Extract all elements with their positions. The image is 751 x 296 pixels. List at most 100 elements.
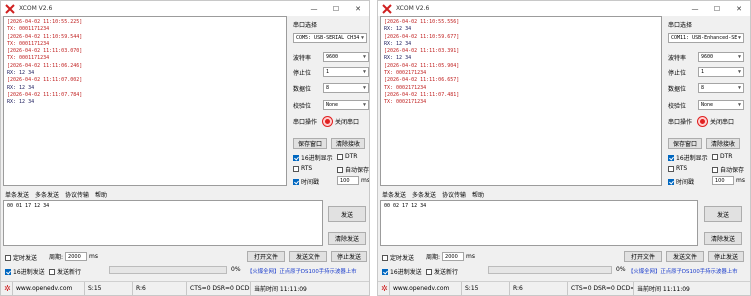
tab-protocol[interactable]: 协议传输 [442,190,466,199]
parity-label: 校验位 [293,102,312,110]
data-bits-label: 数据位 [668,85,687,93]
port-select[interactable]: COM11: USB-Enhanced-SE ▼ [668,33,744,43]
hex-send-checkbox[interactable]: 16进制发送 [382,267,422,276]
close-port-button[interactable]: 关闭串口 [335,117,359,126]
tab-protocol[interactable]: 协议传输 [65,190,89,199]
clear-send-button[interactable]: 清除发送 [328,232,366,245]
baud-select[interactable]: 9600 ▼ [323,52,369,62]
settings-gear-icon[interactable]: ✲ [1,281,13,295]
hex-display-checkbox[interactable]: 16进制显示 [293,153,333,162]
tab-single-send[interactable]: 单条发送 [382,190,406,199]
stop-send-button[interactable]: 停止发送 [331,251,367,262]
data-bits-select[interactable]: 8 ▼ [323,83,369,93]
period-input[interactable]: 2000 [65,252,88,261]
checkbox-icon [712,153,718,160]
minimize-button[interactable]: — [684,1,706,16]
receive-area[interactable]: [2026-04-02 11:10:55.556] RX: 12 34 [2026-… [380,16,662,186]
period-unit: ms [89,253,99,260]
chevron-down-icon: ▼ [362,102,366,108]
ms-unit-label: ms [736,177,745,184]
tab-help[interactable]: 帮助 [472,190,484,199]
tab-multi-send[interactable]: 多条发送 [35,190,59,199]
parity-select[interactable]: None ▼ [698,100,744,110]
tab-multi-send[interactable]: 多条发送 [412,190,436,199]
close-button[interactable]: ✕ [728,1,750,16]
receive-line: TX: 0002171234 [384,84,427,91]
checkbox-checked-icon [293,154,299,161]
timed-send-checkbox[interactable]: 定时发送 [5,253,37,262]
clear-receive-button[interactable]: 清除接收 [706,138,740,149]
dtr-checkbox[interactable]: DTR [712,153,732,160]
website-link[interactable]: www.openedv.com [390,281,462,295]
clear-send-button[interactable]: 清除发送 [704,232,742,245]
stop-bits-label: 停止位 [293,69,312,77]
timestamp-ms-input[interactable]: 100 [337,176,359,185]
promo-link[interactable]: 【火爆全网】正点原子DS100手持示波器上市 [628,267,738,275]
minimize-button[interactable]: — [303,1,325,16]
send-progress-bar [109,266,227,274]
timed-send-checkbox[interactable]: 定时发送 [382,253,414,262]
receive-line: [2026-04-02 11:11:05.904] [384,62,460,69]
period-input[interactable]: 2000 [442,252,465,261]
maximize-button[interactable]: ☐ [325,1,347,16]
stop-bits-select[interactable]: 1 ▼ [323,67,369,77]
receive-line: RX: 12 34 [384,40,412,47]
save-window-button[interactable]: 保存窗口 [293,138,327,149]
baud-label: 波特率 [668,54,687,62]
hex-send-checkbox[interactable]: 16进制发送 [5,267,45,276]
auto-save-checkbox[interactable]: 自动保存 [337,165,369,174]
website-link[interactable]: www.openedv.com [13,281,85,295]
open-file-button[interactable]: 打开文件 [247,251,285,262]
tab-help[interactable]: 帮助 [95,190,107,199]
dtr-checkbox[interactable]: DTR [337,153,357,160]
port-select[interactable]: COM5: USB-SERIAL CH34 ▼ [293,33,367,43]
save-window-button[interactable]: 保存窗口 [668,138,702,149]
send-button[interactable]: 发送 [328,206,366,222]
timestamp-checkbox[interactable]: 时间戳 [293,177,319,186]
auto-save-checkbox[interactable]: 自动保存 [712,165,744,174]
stop-bits-select[interactable]: 1 ▼ [698,67,744,77]
promo-link[interactable]: 【火爆全网】正点原子DS100手持示波器上市 [247,267,357,275]
clear-receive-button[interactable]: 清除接收 [331,138,365,149]
signal-status: CTS=0 DSR=0 DCD=0 [187,281,251,295]
rts-checkbox[interactable]: RTS [293,165,312,172]
signal-status: CTS=0 DSR=0 DCD=0 [568,281,634,295]
status-bar: ✲ www.openedv.com S:15 R:6 CTS=0 DSR=0 D… [1,281,369,295]
window-title: XCOM V2.6 [19,5,53,12]
send-newline-checkbox[interactable]: 发送新行 [426,267,458,276]
send-tabs: 单条发送 多条发送 协议传输 帮助 [382,190,484,199]
data-bits-select[interactable]: 8 ▼ [698,83,744,93]
xcom-window-right: XCOM V2.6 — ☐ ✕ [2026-04-02 11:10:55.556… [377,0,751,296]
timestamp-ms-input[interactable]: 100 [712,176,734,185]
hex-display-checkbox[interactable]: 16进制显示 [668,153,708,162]
send-input[interactable]: 00 01 17 12 34 [3,200,323,246]
send-input[interactable]: 00 02 17 12 34 [380,200,698,246]
settings-gear-icon[interactable]: ✲ [378,281,390,295]
parity-select[interactable]: None ▼ [323,100,369,110]
baud-select[interactable]: 9600 ▼ [698,52,744,62]
receive-line: [2026-04-02 11:11:06.657] [384,77,460,84]
send-newline-checkbox[interactable]: 发送新行 [49,267,81,276]
send-button[interactable]: 发送 [704,206,742,222]
tab-single-send[interactable]: 单条发送 [5,190,29,199]
open-file-button[interactable]: 打开文件 [624,251,662,262]
send-file-button[interactable]: 发送文件 [666,251,704,262]
receive-line: [2026-04-02 11:11:07.002] [7,77,83,84]
stop-send-button[interactable]: 停止发送 [708,251,744,262]
data-bits-label: 数据位 [293,85,312,93]
timestamp-checkbox[interactable]: 时间戳 [668,177,694,186]
close-button[interactable]: ✕ [347,1,369,16]
checkbox-icon [668,165,674,172]
send-file-button[interactable]: 发送文件 [289,251,327,262]
receive-area[interactable]: [2026-04-02 11:10:55.225] TX: 0001171234[… [3,16,287,186]
current-time: 当前时间 11:11:09 [254,286,307,293]
receive-line: TX: 0002171234 [384,70,427,77]
port-op-label: 串口操作 [668,119,693,126]
close-port-button[interactable]: 关闭串口 [710,117,734,126]
receive-line: TX: 0001171234 [7,55,50,62]
checkbox-icon [293,165,299,172]
rts-checkbox[interactable]: RTS [668,165,687,172]
receive-line: TX: 0001171234 [7,26,50,33]
maximize-button[interactable]: ☐ [706,1,728,16]
port-select-label: 串口选择 [668,22,693,29]
